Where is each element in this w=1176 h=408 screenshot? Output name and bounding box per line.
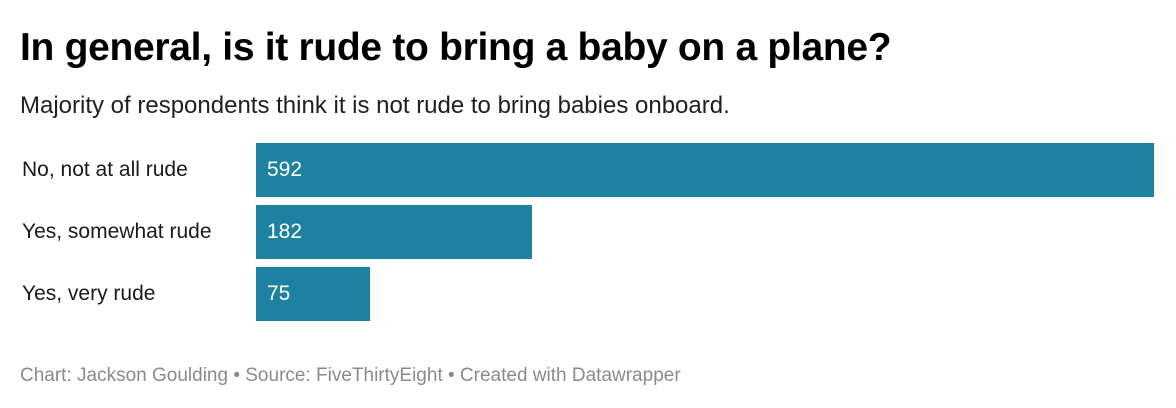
category-label: Yes, very rude [22,282,156,305]
category-label: Yes, somewhat rude [22,220,212,243]
chart-footer-credit: Chart: Jackson Goulding • Source: FiveTh… [20,365,681,386]
bar-value-label: 182 [267,220,303,243]
bar-value-label: 75 [267,282,291,305]
bar-row: Yes, very rude 75 [0,267,1176,321]
chart-title: In general, is it rude to bring a baby o… [20,26,892,69]
bar-chart: No, not at all rude 592 Yes, somewhat rude… [0,143,1176,325]
bar-value-label: 592 [267,158,303,181]
chart-subtitle: Majority of respondents think it is not … [20,92,730,119]
bar [256,143,1154,197]
category-label: No, not at all rude [22,158,188,181]
bar-row: No, not at all rude 592 [0,143,1176,197]
bar-row: Yes, somewhat rude 182 [0,205,1176,259]
